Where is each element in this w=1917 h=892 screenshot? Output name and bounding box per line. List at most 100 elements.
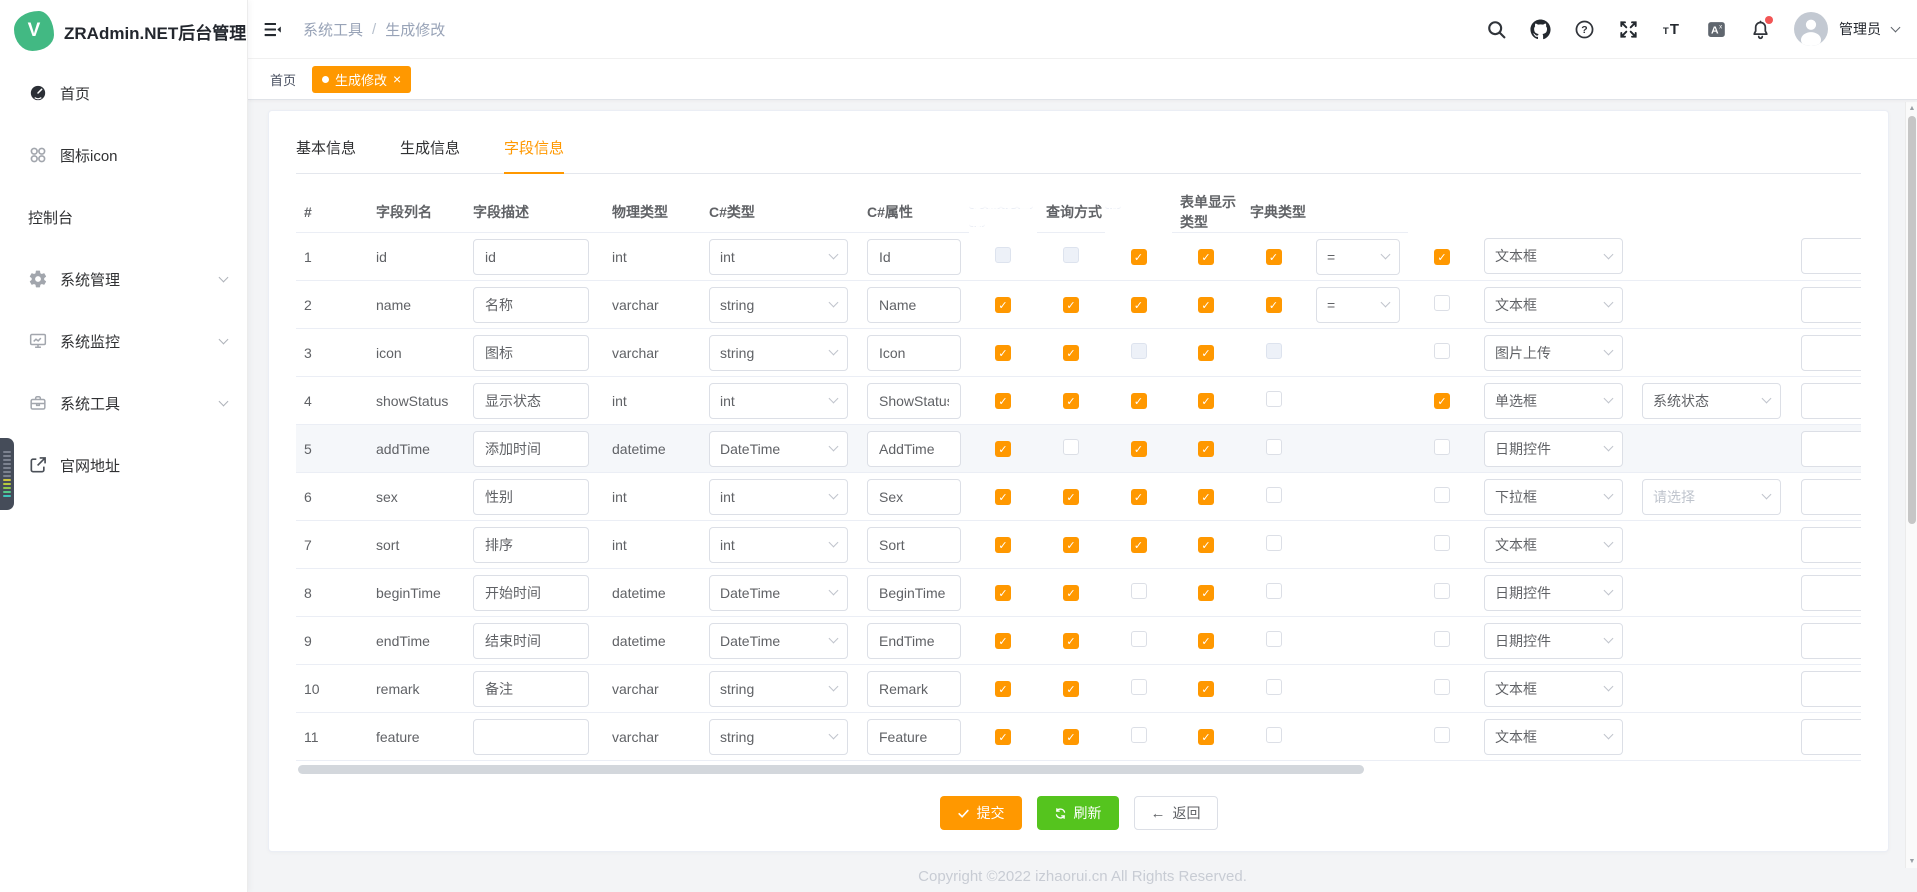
display-type-select[interactable]: 日期控件	[1484, 575, 1623, 611]
csharp-prop-input[interactable]	[867, 383, 961, 419]
csharp-prop-input[interactable]	[867, 335, 961, 371]
font-size-icon[interactable]: TT	[1662, 19, 1683, 40]
extra-input[interactable]	[1801, 575, 1861, 611]
list-checkbox[interactable]: ✓	[1198, 537, 1214, 553]
scroll-down-arrow-icon[interactable]: ▼	[1906, 858, 1917, 865]
csharp-prop-input[interactable]	[867, 431, 961, 467]
required-checkbox[interactable]	[1434, 439, 1450, 455]
edit-checkbox[interactable]: ✓	[1063, 633, 1079, 649]
display-type-select[interactable]: 文本框	[1484, 671, 1623, 707]
insert-checkbox[interactable]: ✓	[995, 345, 1011, 361]
csharp-type-select[interactable]: string	[709, 671, 848, 707]
list-checkbox[interactable]: ✓	[1198, 585, 1214, 601]
field-desc-input[interactable]	[473, 719, 589, 755]
close-icon[interactable]: ×	[393, 72, 401, 86]
sort-checkbox[interactable]	[1131, 727, 1147, 743]
query-checkbox[interactable]	[1266, 391, 1282, 407]
csharp-type-select[interactable]: DateTime	[709, 431, 848, 467]
insert-checkbox[interactable]: ✓	[995, 729, 1011, 745]
app-logo[interactable]: V ZRAdmin.NET后台管理	[0, 0, 247, 62]
display-type-select[interactable]: 文本框	[1484, 238, 1623, 274]
required-checkbox[interactable]: ✓	[1434, 249, 1450, 265]
sort-checkbox[interactable]: ✓	[1131, 297, 1147, 313]
extra-input[interactable]	[1801, 431, 1861, 467]
edit-checkbox[interactable]	[1063, 439, 1079, 455]
sort-checkbox[interactable]: ✓	[1131, 393, 1147, 409]
csharp-type-select[interactable]: string	[709, 719, 848, 755]
list-checkbox[interactable]: ✓	[1198, 297, 1214, 313]
query-checkbox[interactable]	[1266, 631, 1282, 647]
csharp-type-select[interactable]: string	[709, 335, 848, 371]
search-icon[interactable]	[1486, 19, 1507, 40]
insert-checkbox[interactable]: ✓	[995, 633, 1011, 649]
sidebar-item-console[interactable]: 控制台	[0, 186, 247, 248]
extra-input[interactable]	[1801, 383, 1861, 419]
tag-home[interactable]: 首页	[264, 70, 302, 89]
csharp-prop-input[interactable]	[867, 527, 961, 563]
field-desc-input[interactable]	[473, 335, 589, 371]
edit-checkbox[interactable]: ✓	[1063, 489, 1079, 505]
list-checkbox[interactable]: ✓	[1198, 681, 1214, 697]
insert-checkbox[interactable]	[995, 247, 1011, 263]
edit-checkbox[interactable]: ✓	[1063, 393, 1079, 409]
csharp-prop-input[interactable]	[867, 719, 961, 755]
sidebar-item-icons[interactable]: 图标icon	[0, 124, 247, 186]
edit-checkbox[interactable]: ✓	[1063, 537, 1079, 553]
query-type-select[interactable]: =	[1316, 287, 1400, 323]
translate-icon[interactable]: Ax	[1706, 19, 1727, 40]
required-checkbox[interactable]	[1434, 295, 1450, 311]
query-checkbox[interactable]	[1266, 583, 1282, 599]
query-checkbox[interactable]: ✓	[1266, 297, 1282, 313]
required-checkbox[interactable]	[1434, 631, 1450, 647]
edit-checkbox[interactable]: ✓	[1063, 297, 1079, 313]
edit-checkbox[interactable]: ✓	[1063, 681, 1079, 697]
sidebar-item-system-monitor[interactable]: 系统监控	[0, 310, 247, 372]
csharp-type-select[interactable]: int	[709, 527, 848, 563]
refresh-button[interactable]: 刷新	[1037, 796, 1119, 830]
insert-checkbox[interactable]: ✓	[995, 489, 1011, 505]
theme-drawer-handle[interactable]	[0, 438, 14, 510]
horizontal-scrollbar-thumb[interactable]	[298, 765, 1364, 774]
display-type-select[interactable]: 文本框	[1484, 719, 1623, 755]
query-checkbox[interactable]	[1266, 439, 1282, 455]
notification-icon[interactable]	[1750, 19, 1771, 40]
extra-input[interactable]	[1801, 671, 1861, 707]
back-button[interactable]: ← 返回	[1134, 796, 1218, 830]
csharp-type-select[interactable]: DateTime	[709, 575, 848, 611]
display-type-select[interactable]: 下拉框	[1484, 479, 1623, 515]
breadcrumb-item-parent[interactable]: 系统工具	[303, 19, 363, 40]
csharp-type-select[interactable]: int	[709, 239, 848, 275]
csharp-prop-input[interactable]	[867, 671, 961, 707]
csharp-type-select[interactable]: int	[709, 479, 848, 515]
field-desc-input[interactable]	[473, 575, 589, 611]
dict-type-select[interactable]: 系统状态	[1642, 383, 1781, 419]
query-checkbox[interactable]	[1266, 535, 1282, 551]
field-desc-input[interactable]	[473, 431, 589, 467]
required-checkbox[interactable]	[1434, 343, 1450, 359]
sidebar-item-site[interactable]: 官网地址	[0, 434, 247, 496]
display-type-select[interactable]: 图片上传	[1484, 335, 1623, 371]
csharp-prop-input[interactable]	[867, 287, 961, 323]
insert-checkbox[interactable]: ✓	[995, 537, 1011, 553]
csharp-type-select[interactable]: string	[709, 287, 848, 323]
csharp-type-select[interactable]: int	[709, 383, 848, 419]
sort-checkbox[interactable]: ✓	[1131, 537, 1147, 553]
sort-checkbox[interactable]: ✓	[1131, 489, 1147, 505]
sort-checkbox[interactable]	[1131, 343, 1147, 359]
sort-checkbox[interactable]	[1131, 583, 1147, 599]
sort-checkbox[interactable]	[1131, 679, 1147, 695]
github-icon[interactable]	[1530, 19, 1551, 40]
query-checkbox[interactable]	[1266, 487, 1282, 503]
sort-checkbox[interactable]	[1131, 631, 1147, 647]
submit-button[interactable]: 提交	[940, 796, 1022, 830]
insert-checkbox[interactable]: ✓	[995, 297, 1011, 313]
extra-input[interactable]	[1801, 335, 1861, 371]
tab-2[interactable]: 字段信息	[504, 137, 564, 174]
required-checkbox[interactable]	[1434, 535, 1450, 551]
extra-input[interactable]	[1801, 719, 1861, 755]
list-checkbox[interactable]: ✓	[1198, 633, 1214, 649]
csharp-prop-input[interactable]	[867, 239, 961, 275]
list-checkbox[interactable]: ✓	[1198, 345, 1214, 361]
sort-checkbox[interactable]: ✓	[1131, 249, 1147, 265]
extra-input[interactable]	[1801, 623, 1861, 659]
